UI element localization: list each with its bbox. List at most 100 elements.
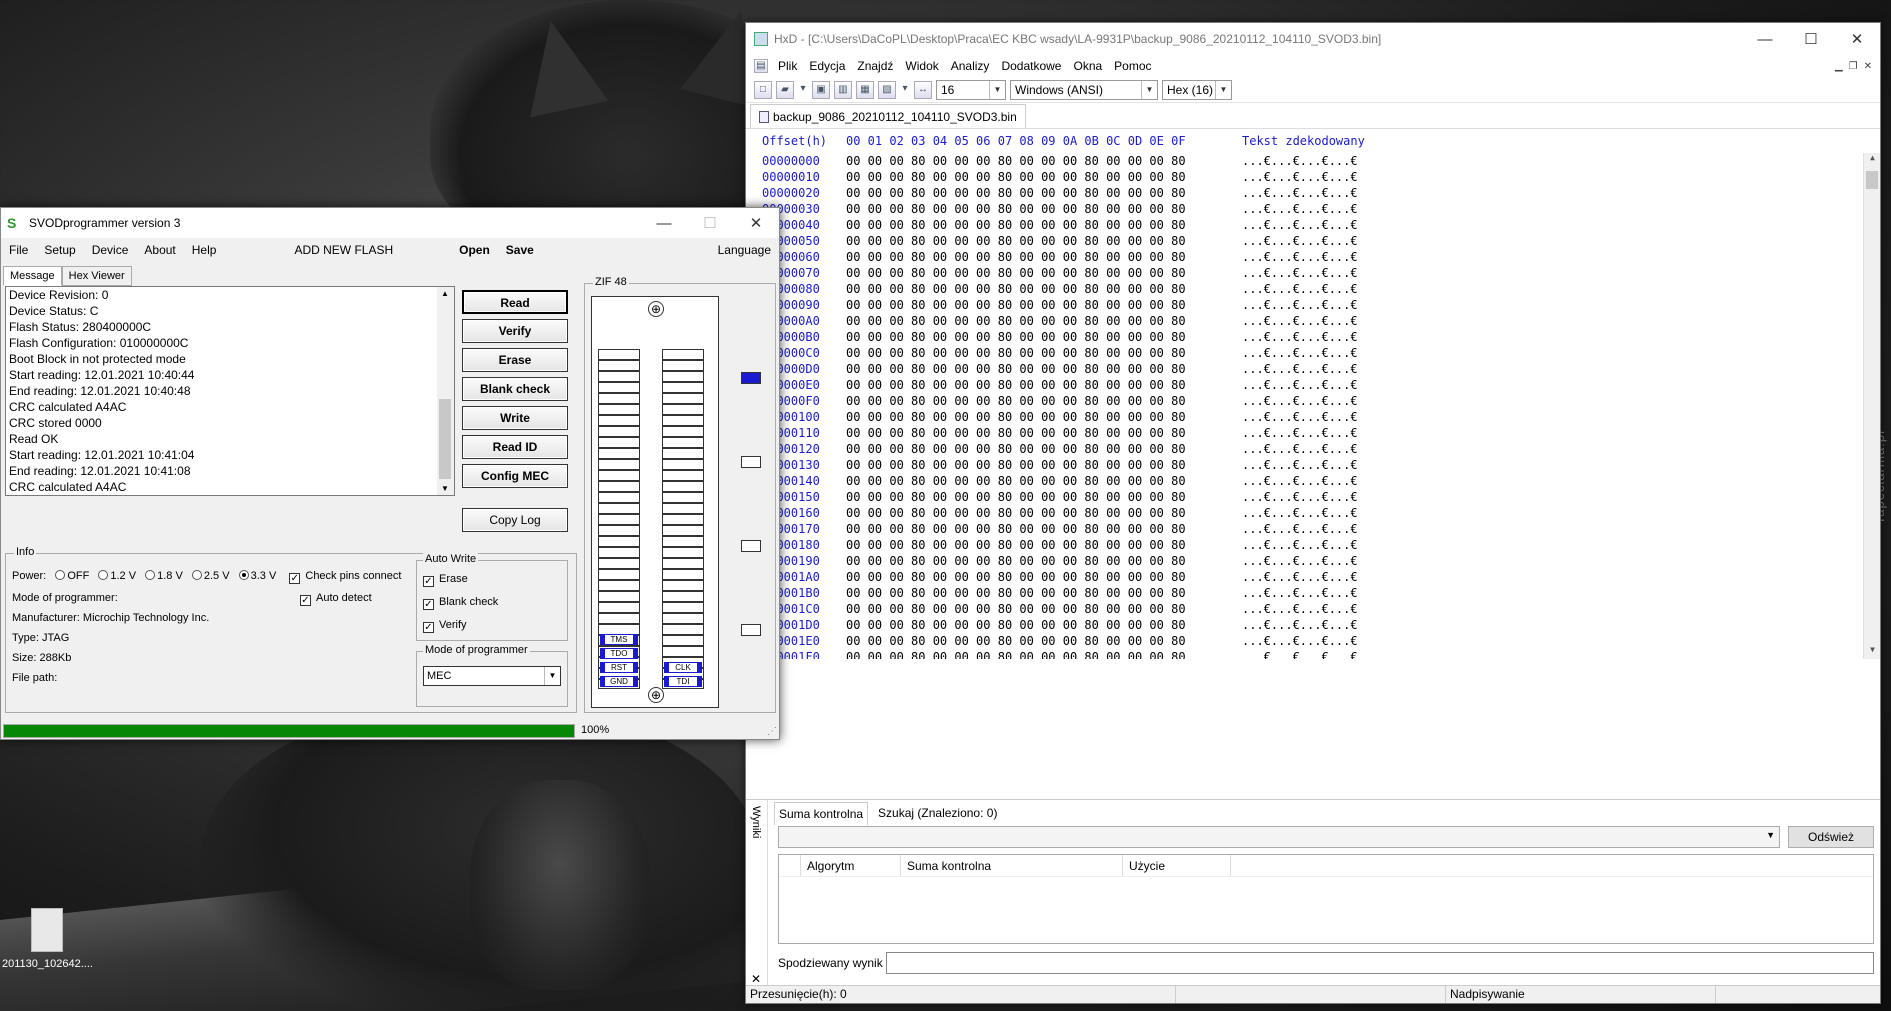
hex-bytes[interactable]: 00 00 00 80 00 00 00 80 00 00 00 80 00 0…: [846, 218, 1242, 232]
power-radio-2-5v[interactable]: [191, 570, 202, 580]
hex-bytes[interactable]: 00 00 00 80 00 00 00 80 00 00 00 80 00 0…: [846, 618, 1242, 632]
menu-file[interactable]: File: [1, 243, 36, 257]
hex-bytes[interactable]: 00 00 00 80 00 00 00 80 00 00 00 80 00 0…: [846, 170, 1242, 184]
auto-write-blank-checkbox[interactable]: ✓ Blank check: [423, 596, 498, 610]
hex-row[interactable]: 00000190 00 00 00 80 00 00 00 80 00 00 00…: [746, 553, 1880, 569]
close-button[interactable]: ✕: [1834, 23, 1880, 55]
menu-about[interactable]: About: [136, 243, 183, 257]
maximize-button[interactable]: ☐: [1788, 23, 1834, 55]
hex-bytes[interactable]: 00 00 00 80 00 00 00 80 00 00 00 80 00 0…: [846, 426, 1242, 440]
base-select[interactable]: Hex (16) ▼: [1162, 79, 1232, 100]
hex-row[interactable]: 00000070 00 00 00 80 00 00 00 80 00 00 00…: [746, 265, 1880, 281]
hex-text[interactable]: ...€...€...€...€: [1242, 250, 1358, 264]
tab-message[interactable]: Message: [3, 266, 62, 286]
hex-bytes[interactable]: 00 00 00 80 00 00 00 80 00 00 00 80 00 0…: [846, 570, 1242, 584]
auto-write-verify-checkbox[interactable]: ✓ Verify: [423, 619, 467, 633]
power-radio-3-3v[interactable]: [238, 570, 249, 580]
hex-bytes[interactable]: 00 00 00 80 00 00 00 80 00 00 00 80 00 0…: [846, 634, 1242, 648]
columns-select[interactable]: 16 ▼: [936, 79, 1006, 100]
hex-text[interactable]: ...€...€...€...€: [1242, 442, 1358, 456]
hex-text[interactable]: ...€...€...€...€: [1242, 346, 1358, 360]
log-line[interactable]: Start reading: 12.01.2021 10:41:04: [6, 447, 454, 463]
hex-bytes[interactable]: 00 00 00 80 00 00 00 80 00 00 00 80 00 0…: [846, 234, 1242, 248]
hex-bytes[interactable]: 00 00 00 80 00 00 00 80 00 00 00 80 00 0…: [846, 314, 1242, 328]
hex-row[interactable]: 00000140 00 00 00 80 00 00 00 80 00 00 00…: [746, 473, 1880, 489]
hex-row[interactable]: 000000D0 00 00 00 80 00 00 00 80 00 00 00…: [746, 361, 1880, 377]
hex-text[interactable]: ...€...€...€...€: [1242, 506, 1358, 520]
scroll-up-icon[interactable]: ▲: [441, 289, 449, 298]
hex-row[interactable]: 00000010 00 00 00 80 00 00 00 80 00 00 00…: [746, 169, 1880, 185]
log-line[interactable]: Read OK: [6, 431, 454, 447]
log-line[interactable]: Device Status: C: [6, 303, 454, 319]
menu-znajdz[interactable]: Znajdź: [851, 59, 899, 73]
hex-text[interactable]: ...€...€...€...€: [1242, 634, 1358, 648]
scroll-down-icon[interactable]: ▼: [1864, 645, 1880, 659]
hex-row[interactable]: 00000020 00 00 00 80 00 00 00 80 00 00 00…: [746, 185, 1880, 201]
hex-row[interactable]: 000000C0 00 00 00 80 00 00 00 80 00 00 00…: [746, 345, 1880, 361]
expected-result-input[interactable]: [886, 952, 1874, 974]
hex-text[interactable]: ...€...€...€...€: [1242, 602, 1358, 616]
log-scrollbar[interactable]: ▲ ▼: [437, 287, 454, 495]
hex-text[interactable]: ...€...€...€...€: [1242, 362, 1358, 376]
mode-select[interactable]: MEC ▼: [423, 666, 561, 686]
hex-text[interactable]: ...€...€...€...€: [1242, 202, 1358, 216]
write-button[interactable]: Write: [462, 406, 568, 430]
log-line[interactable]: Flash Status: 280400000C: [6, 319, 454, 335]
log-line[interactable]: CRC calculated A4AC: [6, 399, 454, 415]
check-pins-checkbox[interactable]: ✓ Check pins connect: [289, 570, 401, 584]
hex-row[interactable]: 00000050 00 00 00 80 00 00 00 80 00 00 00…: [746, 233, 1880, 249]
log-line[interactable]: Start reading: 12.01.2021 10:40:44: [6, 367, 454, 383]
menu-device[interactable]: Device: [84, 243, 137, 257]
hex-text[interactable]: ...€...€...€...€: [1242, 570, 1358, 584]
log-line[interactable]: CRC stored 0000: [6, 415, 454, 431]
copy-log-button[interactable]: Copy Log: [462, 508, 568, 532]
log-line[interactable]: End reading: 12.01.2021 10:41:08: [6, 463, 454, 479]
view-dropdown-icon[interactable]: ▾: [900, 81, 910, 99]
hex-text[interactable]: ...€...€...€...€: [1242, 154, 1358, 168]
hex-row[interactable]: 00000150 00 00 00 80 00 00 00 80 00 00 00…: [746, 489, 1880, 505]
hex-bytes[interactable]: 00 00 00 80 00 00 00 80 00 00 00 80 00 0…: [846, 298, 1242, 312]
menu-pomoc[interactable]: Pomoc: [1108, 59, 1157, 73]
log-line[interactable]: Boot Block in not protected mode: [6, 351, 454, 367]
menu-add-new-flash[interactable]: ADD NEW FLASH: [286, 243, 401, 257]
hex-bytes[interactable]: 00 00 00 80 00 00 00 80 00 00 00 80 00 0…: [846, 362, 1242, 376]
hex-row[interactable]: 00000080 00 00 00 80 00 00 00 80 00 00 00…: [746, 281, 1880, 297]
hex-row[interactable]: 000000A0 00 00 00 80 00 00 00 80 00 00 00…: [746, 313, 1880, 329]
hex-row[interactable]: 00000100 00 00 00 80 00 00 00 80 00 00 00…: [746, 409, 1880, 425]
hex-row[interactable]: 00000090 00 00 00 80 00 00 00 80 00 00 00…: [746, 297, 1880, 313]
hex-row[interactable]: 00000030 00 00 00 80 00 00 00 80 00 00 00…: [746, 201, 1880, 217]
log-line[interactable]: Device Revision: 0: [6, 287, 454, 303]
close-icon[interactable]: ✕: [751, 972, 761, 986]
hex-editor[interactable]: Offset(h) 00 01 02 03 04 05 06 07 08 09 …: [746, 129, 1880, 659]
minimize-button[interactable]: —: [1742, 23, 1788, 55]
power-radio-1-2v[interactable]: [98, 570, 109, 580]
mdi-close-button[interactable]: ✕: [1864, 61, 1872, 72]
hex-bytes[interactable]: 00 00 00 80 00 00 00 80 00 00 00 80 00 0…: [846, 458, 1242, 472]
hex-text[interactable]: ...€...€...€...€: [1242, 394, 1358, 408]
menu-language[interactable]: Language: [710, 243, 779, 257]
hex-vertical-scrollbar[interactable]: ▲ ▼: [1863, 153, 1880, 659]
hex-row[interactable]: 00000040 00 00 00 80 00 00 00 80 00 00 00…: [746, 217, 1880, 233]
hex-bytes[interactable]: 00 00 00 80 00 00 00 80 00 00 00 80 00 0…: [846, 554, 1242, 568]
menu-open[interactable]: Open: [451, 243, 498, 257]
hex-text[interactable]: ...€...€...€...€: [1242, 554, 1358, 568]
config-mec-button[interactable]: Config MEC: [462, 464, 568, 488]
open-dropdown-icon[interactable]: ▾: [798, 81, 808, 99]
scroll-down-icon[interactable]: ▼: [441, 484, 449, 493]
print-icon[interactable]: ▧: [878, 80, 896, 99]
hex-row[interactable]: 000001C0 00 00 00 80 00 00 00 80 00 00 00…: [746, 601, 1880, 617]
hex-text[interactable]: ...€...€...€...€: [1242, 234, 1358, 248]
hex-bytes[interactable]: 00 00 00 80 00 00 00 80 00 00 00 80 00 0…: [846, 586, 1242, 600]
hex-row[interactable]: 00000180 00 00 00 80 00 00 00 80 00 00 00…: [746, 537, 1880, 553]
read-button[interactable]: Read: [462, 290, 568, 314]
log-line[interactable]: CRC stored 0000: [6, 495, 454, 496]
verify-button[interactable]: Verify: [462, 319, 568, 343]
hex-bytes[interactable]: 00 00 00 80 00 00 00 80 00 00 00 80 00 0…: [846, 522, 1242, 536]
menu-help[interactable]: Help: [184, 243, 225, 257]
hex-text[interactable]: ...€...€...€...€: [1242, 650, 1358, 659]
hex-bytes[interactable]: 00 00 00 80 00 00 00 80 00 00 00 80 00 0…: [846, 266, 1242, 280]
hex-bytes[interactable]: 00 00 00 80 00 00 00 80 00 00 00 80 00 0…: [846, 330, 1242, 344]
close-button[interactable]: ✕: [733, 207, 779, 239]
hex-bytes[interactable]: 00 00 00 80 00 00 00 80 00 00 00 80 00 0…: [846, 410, 1242, 424]
checksum-algorithm-select[interactable]: ▼: [778, 826, 1780, 848]
